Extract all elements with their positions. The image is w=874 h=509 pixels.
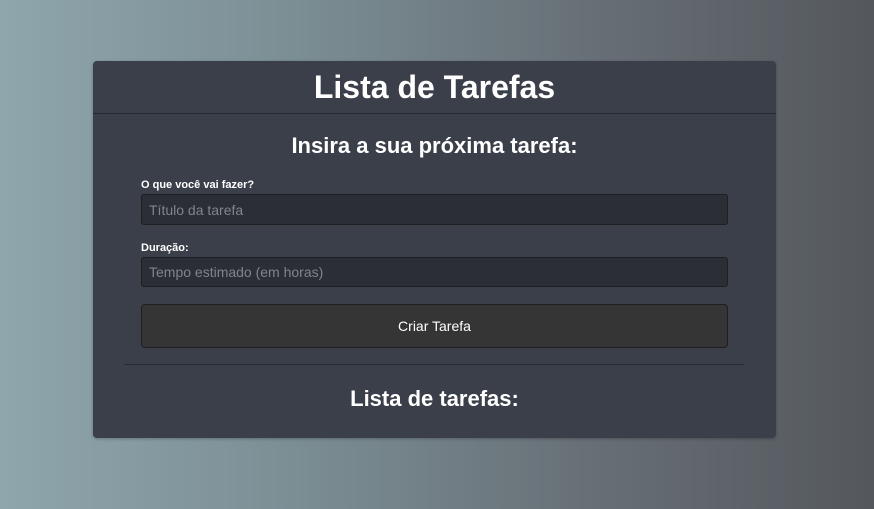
duration-label: Duração: bbox=[141, 242, 189, 254]
section-divider bbox=[124, 364, 744, 365]
task-title-input[interactable] bbox=[141, 194, 728, 225]
form-heading: Insira a sua próxima tarefa: bbox=[291, 133, 578, 158]
page-title: Lista de Tarefas bbox=[313, 69, 556, 105]
create-task-button[interactable]: Criar Tarefa bbox=[141, 304, 728, 348]
task-card: Lista de Tarefas Insira a sua próxima ta… bbox=[93, 61, 776, 438]
task-list-heading: Lista de tarefas: bbox=[350, 386, 519, 411]
task-title-label: O que você vai fazer? bbox=[141, 179, 255, 191]
card-header: Lista de Tarefas bbox=[93, 61, 776, 114]
duration-input[interactable] bbox=[141, 257, 728, 287]
